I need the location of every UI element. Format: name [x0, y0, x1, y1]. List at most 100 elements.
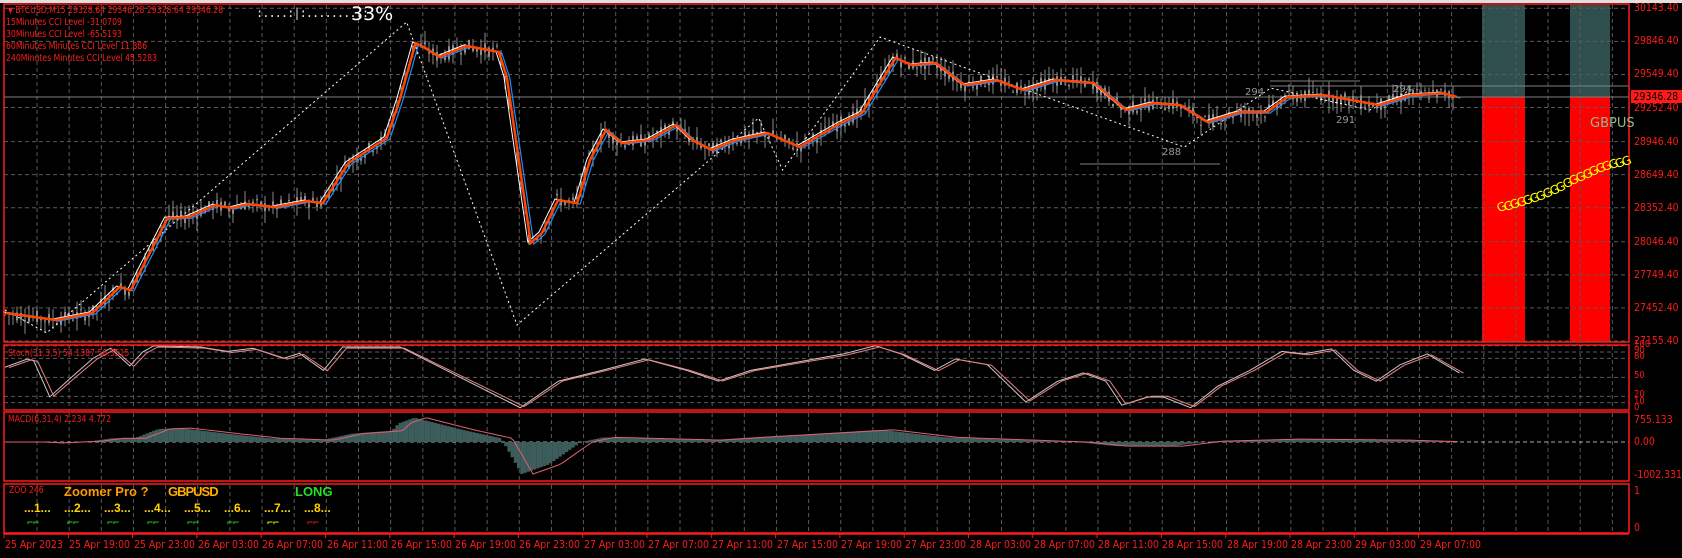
zoomer-slot-arrow-icon: ⌐⌐ — [107, 518, 120, 529]
price-label: 28352.40 — [1634, 200, 1679, 214]
ma-fast-line — [5, 41, 1458, 322]
time-label: 27 Apr 11:00 — [712, 538, 774, 551]
zoomer-pair: GBPUSD — [168, 484, 219, 499]
macd-label: MACD(6,31,4) 2.234 4.772 — [8, 414, 112, 425]
macd-bar — [350, 433, 354, 442]
macd-bar — [859, 431, 863, 442]
price-label: 28046.40 — [1634, 234, 1679, 248]
macd-bar — [520, 442, 524, 474]
chart-canvas[interactable] — [0, 0, 1682, 558]
time-label: 27 Apr 19:00 — [840, 538, 902, 551]
macd-bar — [1131, 442, 1135, 447]
macd-bar — [155, 429, 159, 442]
macd-bar — [1198, 442, 1202, 443]
macd-bar — [229, 433, 233, 442]
macd-level-zero: 0.00 — [1634, 435, 1655, 448]
time-label: 29 Apr 03:00 — [1355, 538, 1417, 551]
zoomer-id-label: ZOO 246 — [9, 485, 44, 496]
macd-bar — [296, 439, 300, 442]
macd-bar — [843, 431, 847, 442]
zoomer-signal: LONG — [295, 484, 333, 499]
candle-body — [1072, 75, 1074, 80]
macd-bar — [958, 437, 962, 442]
macd-bar — [1150, 442, 1154, 447]
macd-bar — [1019, 440, 1023, 442]
macd-bar — [568, 442, 572, 450]
macd-bar — [814, 433, 818, 442]
macd-bar — [558, 442, 562, 457]
macd-bar — [491, 436, 495, 442]
macd-bar — [862, 430, 866, 442]
macd-bar — [305, 439, 310, 442]
collapse-triangle-icon[interactable]: ▼ — [8, 6, 13, 15]
price-label: 27749.40 — [1634, 267, 1679, 281]
macd-bar — [673, 439, 678, 442]
macd-bar — [264, 437, 268, 442]
macd-bar — [1176, 442, 1180, 446]
candle-body — [720, 139, 722, 143]
macd-bar — [376, 431, 380, 442]
macd-bar — [459, 429, 463, 442]
macd-bar — [945, 437, 950, 442]
candle-body — [972, 86, 974, 88]
macd-bar — [923, 434, 927, 442]
macd-bar — [1173, 442, 1177, 446]
macd-bar — [1038, 440, 1042, 442]
macd-bar — [1128, 442, 1132, 447]
candle-body — [760, 131, 762, 133]
macd-bar — [1192, 442, 1196, 444]
macd-bar — [1134, 442, 1138, 447]
macd-bar — [475, 432, 479, 442]
macd-bar — [158, 428, 162, 442]
level-label-3: 294 — [1245, 87, 1265, 98]
red-zone-2 — [1570, 97, 1610, 342]
macd-bar — [257, 437, 262, 442]
macd-bar — [309, 439, 313, 442]
stoch-level-label: 0 — [1634, 402, 1640, 413]
time-label: 26 Apr 07:00 — [262, 538, 324, 551]
macd-bar — [635, 438, 639, 442]
macd-bar — [437, 423, 441, 442]
macd-bar — [981, 438, 985, 442]
macd-bar — [373, 431, 377, 442]
zoomer-slot-1: ...1... — [24, 501, 51, 515]
macd-bar — [1141, 442, 1145, 447]
zoomer-slot-arrow-icon: ⌐⌐ — [187, 518, 200, 529]
candle-body — [1156, 97, 1158, 99]
macd-bar — [469, 431, 473, 442]
candle-body — [948, 75, 950, 79]
macd-bar — [497, 437, 502, 442]
macd-bar — [465, 430, 470, 442]
macd-bar — [286, 438, 290, 442]
macd-bar — [1016, 439, 1020, 442]
time-label: 27 Apr 15:00 — [776, 538, 838, 551]
macd-bar — [1144, 442, 1148, 447]
zoomer-title: Zoomer Pro ? — [64, 484, 149, 499]
macd-bar — [379, 431, 383, 442]
candle-body — [80, 309, 82, 311]
candle-body — [1256, 114, 1258, 118]
macd-bar — [174, 428, 178, 442]
current-price-label: 29346.28 — [1631, 90, 1682, 103]
zoomer-slot-arrow-icon: ⌐⌐ — [147, 518, 160, 529]
macd-bar — [817, 433, 822, 442]
macd-bar — [827, 432, 831, 442]
macd-bar — [261, 437, 265, 442]
macd-bar — [840, 432, 844, 442]
macd-bar — [891, 431, 895, 442]
macd-bar — [449, 426, 454, 442]
macd-bar — [1406, 440, 1410, 442]
macd-bar — [401, 421, 406, 442]
macd-bar — [273, 438, 278, 442]
macd-bar — [193, 429, 198, 442]
candle-body — [1440, 88, 1442, 90]
candle-body — [1024, 93, 1026, 95]
macd-bar — [625, 437, 630, 442]
candle-body — [1164, 107, 1166, 111]
candle-body — [308, 203, 310, 208]
macd-bar — [683, 439, 687, 442]
macd-bar — [1022, 440, 1026, 442]
macd-bar — [1185, 442, 1190, 445]
price-label: 28649.40 — [1634, 167, 1679, 181]
candle-body — [984, 85, 986, 87]
